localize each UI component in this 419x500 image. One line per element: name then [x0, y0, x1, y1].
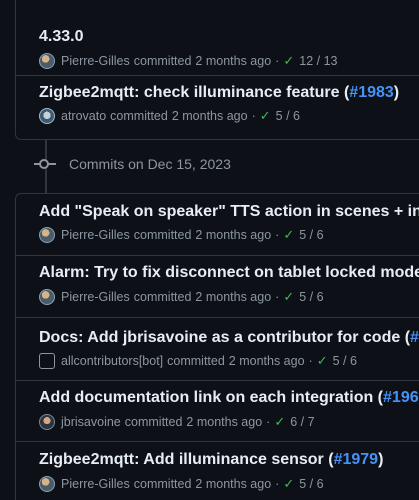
- check-icon[interactable]: ✓: [283, 289, 294, 305]
- commit-meta: jbrisavoine committed 2 months ago · ✓ 6…: [39, 414, 315, 430]
- meta-separator: ·: [308, 354, 313, 368]
- commit-title[interactable]: Docs: Add jbrisavoine as a contributor f…: [39, 329, 419, 347]
- commit-meta: Pierre-Gilles committed 2 months ago · ✓…: [39, 476, 324, 492]
- commit-row[interactable]: Zigbee2mqtt: check illuminance feature (…: [16, 75, 419, 142]
- pr-link[interactable]: #1983: [349, 84, 394, 101]
- avatar[interactable]: [39, 289, 55, 305]
- avatar[interactable]: [39, 414, 55, 430]
- commit-time: 2 months ago: [186, 415, 263, 429]
- commit-row[interactable]: Add "Speak on speaker" TTS action in sce…: [16, 194, 419, 255]
- check-icon[interactable]: ✓: [283, 227, 294, 243]
- commit-title[interactable]: Add "Speak on speaker" TTS action in sce…: [39, 203, 419, 221]
- pr-link[interactable]: #1969: [383, 389, 419, 406]
- check-icon[interactable]: ✓: [317, 353, 328, 369]
- commit-meta: allcontributors[bot] committed 2 months …: [39, 353, 357, 369]
- commit-title[interactable]: Zigbee2mqtt: Add illuminance sensor (#19…: [39, 451, 383, 469]
- avatar[interactable]: [39, 108, 55, 124]
- commit-message[interactable]: 4.33.0: [39, 28, 83, 45]
- commit-time: 2 months ago: [195, 228, 272, 242]
- commit-message[interactable]: Add documentation link on each integrati…: [39, 389, 383, 406]
- commit-time: 2 months ago: [195, 477, 272, 491]
- check-icon[interactable]: ✓: [260, 108, 271, 124]
- commit-author[interactable]: Pierre-Gilles: [61, 477, 130, 491]
- commit-row[interactable]: 4.33.0 Pierre-Gilles committed 2 months …: [16, 0, 419, 75]
- git-commit-icon: [39, 159, 49, 169]
- commit-message-suffix: ): [393, 84, 400, 101]
- check-icon[interactable]: ✓: [283, 53, 294, 69]
- avatar[interactable]: [39, 53, 55, 69]
- commit-message[interactable]: Add "Speak on speaker" TTS action in sce…: [39, 203, 419, 220]
- commit-author[interactable]: atrovato: [61, 109, 106, 123]
- check-count[interactable]: 6 / 7: [290, 415, 314, 429]
- commit-author[interactable]: allcontributors[bot]: [61, 354, 163, 368]
- check-count[interactable]: 5 / 6: [299, 228, 323, 242]
- meta-separator: ·: [275, 228, 280, 242]
- commit-author[interactable]: Pierre-Gilles: [61, 228, 130, 242]
- check-icon[interactable]: ✓: [283, 476, 294, 492]
- commit-row[interactable]: Add documentation link on each integrati…: [16, 380, 419, 442]
- avatar[interactable]: [39, 227, 55, 243]
- commit-time: 2 months ago: [195, 290, 272, 304]
- commit-time: 2 months ago: [228, 354, 305, 368]
- check-count[interactable]: 5 / 6: [276, 109, 300, 123]
- commit-action: committed: [133, 477, 192, 491]
- commit-meta: Pierre-Gilles committed 2 months ago · ✓…: [39, 227, 324, 243]
- commit-author[interactable]: jbrisavoine: [61, 415, 121, 429]
- commit-title[interactable]: 4.33.0: [39, 28, 83, 46]
- commit-message[interactable]: Zigbee2mqtt: check illuminance feature (: [39, 84, 349, 101]
- commit-row[interactable]: Alarm: Try to fix disconnect on tablet l…: [16, 255, 419, 318]
- pr-link[interactable]: #1979: [334, 451, 379, 468]
- commit-message-suffix: ): [378, 451, 384, 468]
- commit-group-date: Commits on Dec 15, 2023: [69, 156, 231, 172]
- commit-title[interactable]: Alarm: Try to fix disconnect on tablet l…: [39, 264, 419, 282]
- commit-meta: Pierre-Gilles committed 2 months ago · ✓…: [39, 53, 337, 69]
- commit-list-group-previous: 4.33.0 Pierre-Gilles committed 2 months …: [15, 0, 419, 140]
- check-count[interactable]: 5 / 6: [333, 354, 357, 368]
- check-count[interactable]: 12 / 13: [299, 54, 337, 68]
- commit-list-group-dec-15: Add "Speak on speaker" TTS action in sce…: [15, 193, 419, 500]
- commit-author[interactable]: Pierre-Gilles: [61, 54, 130, 68]
- commit-time: 2 months ago: [195, 54, 272, 68]
- avatar[interactable]: [39, 476, 55, 492]
- commit-time: 2 months ago: [171, 109, 248, 123]
- commit-history-page: 4.33.0 Pierre-Gilles committed 2 months …: [0, 0, 419, 500]
- commit-message[interactable]: Zigbee2mqtt: Add illuminance sensor (: [39, 451, 334, 468]
- commit-row[interactable]: Zigbee2mqtt: Add illuminance sensor (#19…: [16, 441, 419, 500]
- commit-action: committed: [167, 354, 225, 368]
- pr-link[interactable]: #1980: [410, 329, 419, 346]
- meta-separator: ·: [275, 477, 280, 491]
- avatar[interactable]: [39, 353, 55, 369]
- commit-action: committed: [133, 54, 192, 68]
- check-count[interactable]: 5 / 6: [299, 290, 323, 304]
- commit-action: committed: [133, 228, 192, 242]
- commit-action: committed: [133, 290, 192, 304]
- commit-row[interactable]: Docs: Add jbrisavoine as a contributor f…: [16, 317, 419, 381]
- commit-message[interactable]: Alarm: Try to fix disconnect on tablet l…: [39, 264, 419, 281]
- commit-meta: Pierre-Gilles committed 2 months ago · ✓…: [39, 289, 324, 305]
- meta-separator: ·: [275, 290, 280, 304]
- check-icon[interactable]: ✓: [274, 414, 285, 430]
- commit-title[interactable]: Zigbee2mqtt: check illuminance feature (…: [39, 84, 399, 102]
- meta-separator: ·: [275, 54, 280, 68]
- commit-author[interactable]: Pierre-Gilles: [61, 290, 130, 304]
- commit-message[interactable]: Docs: Add jbrisavoine as a contributor f…: [39, 329, 410, 346]
- commit-meta: atrovato committed 2 months ago · ✓ 5 / …: [39, 108, 300, 124]
- commit-action: committed: [110, 109, 168, 123]
- commit-action: committed: [124, 415, 183, 429]
- check-count[interactable]: 5 / 6: [299, 477, 323, 491]
- meta-separator: ·: [251, 109, 256, 123]
- meta-separator: ·: [266, 415, 271, 429]
- commit-title[interactable]: Add documentation link on each integrati…: [39, 389, 419, 407]
